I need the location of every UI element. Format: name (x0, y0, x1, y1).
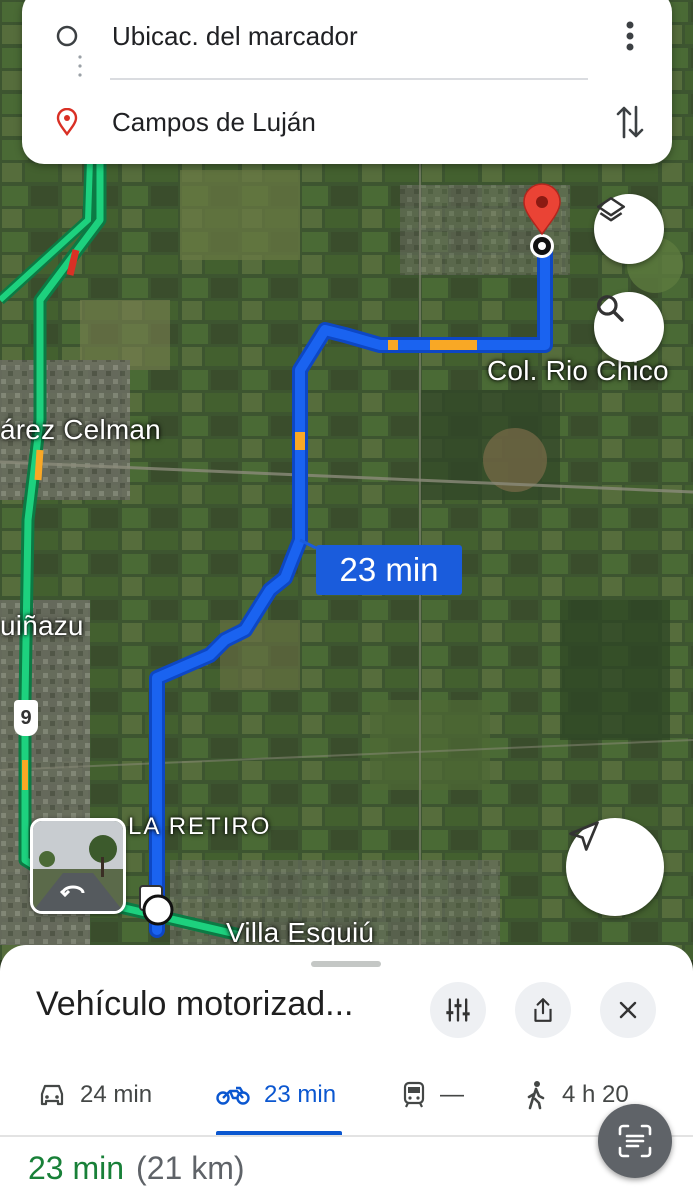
route-duration: 23 min (28, 1150, 125, 1186)
transit-icon (403, 1081, 425, 1108)
more-vert-icon (626, 21, 634, 51)
directions-bottom-sheet: Vehículo motorizad... 24 min 23 min — 4 … (0, 945, 693, 1200)
start-navigation-button[interactable] (566, 818, 664, 916)
car-icon (40, 1084, 64, 1106)
close-icon (619, 1001, 637, 1019)
travel-mode-tabs: 24 min 23 min — 4 h 20 (0, 1065, 693, 1125)
share-icon (534, 998, 552, 1022)
input-divider (110, 78, 588, 80)
scan-text-button[interactable] (598, 1104, 672, 1178)
route-dots-icon (78, 55, 82, 77)
mode-walk-label: 4 h 20 (562, 1081, 629, 1108)
street-view-thumbnail[interactable] (30, 818, 126, 914)
search-along-route-button[interactable] (594, 292, 664, 362)
origin-circle-icon (56, 25, 78, 47)
mode-transit-label: — (440, 1081, 464, 1108)
route-options-button[interactable] (430, 982, 486, 1038)
mode-tab-car[interactable]: 24 min (38, 1065, 152, 1125)
origin-marker-icon[interactable] (138, 884, 182, 936)
map-label-col-rio-chico: Col. Rio Chico (487, 355, 669, 386)
sheet-divider (0, 1135, 693, 1137)
drag-handle[interactable] (311, 961, 381, 967)
map-label-juarez-celman: árez Celman (0, 414, 161, 445)
route-shield: 9 (14, 700, 38, 736)
mode-car-label: 24 min (80, 1081, 153, 1108)
walk-icon (527, 1081, 545, 1110)
navigation-arrow-icon (569, 821, 599, 851)
map-label-la-retiro: LA RETIRO (128, 813, 272, 840)
swap-directions-button[interactable] (608, 100, 652, 144)
share-button[interactable] (515, 982, 571, 1038)
route-summary[interactable]: 23 min (21 km) (28, 1150, 245, 1187)
mode-tab-motorcycle[interactable]: 23 min (216, 1065, 336, 1125)
scan-text-icon (618, 1124, 652, 1158)
mode-motorcycle-label: 23 min (264, 1081, 337, 1108)
motorcycle-icon (216, 1086, 250, 1105)
travel-mode-title: Vehículo motorizad... (36, 985, 354, 1023)
location-pin-icon (56, 108, 78, 136)
destination-row[interactable]: Campos de Luján (22, 92, 672, 152)
more-options-button[interactable] (608, 14, 652, 58)
destination-pin-icon[interactable] (516, 182, 568, 262)
origin-row[interactable]: Ubicac. del marcador (22, 6, 672, 66)
street-view-image (33, 821, 123, 911)
close-button[interactable] (600, 982, 656, 1038)
mode-tab-transit[interactable]: — (402, 1065, 464, 1125)
swap-vertical-icon (616, 105, 644, 139)
route-distance: (21 km) (136, 1150, 245, 1186)
route-input-card: Ubicac. del marcador Campos de Luján (22, 0, 672, 164)
eta-badge[interactable]: 23 min (316, 545, 462, 595)
destination-field[interactable]: Campos de Luján (112, 107, 672, 138)
origin-field[interactable]: Ubicac. del marcador (112, 21, 672, 52)
layers-icon (596, 196, 626, 222)
layers-button[interactable] (594, 194, 664, 264)
search-icon (597, 295, 624, 322)
map-label-guinazu: uiñazu (0, 610, 84, 641)
tune-icon (446, 998, 470, 1022)
